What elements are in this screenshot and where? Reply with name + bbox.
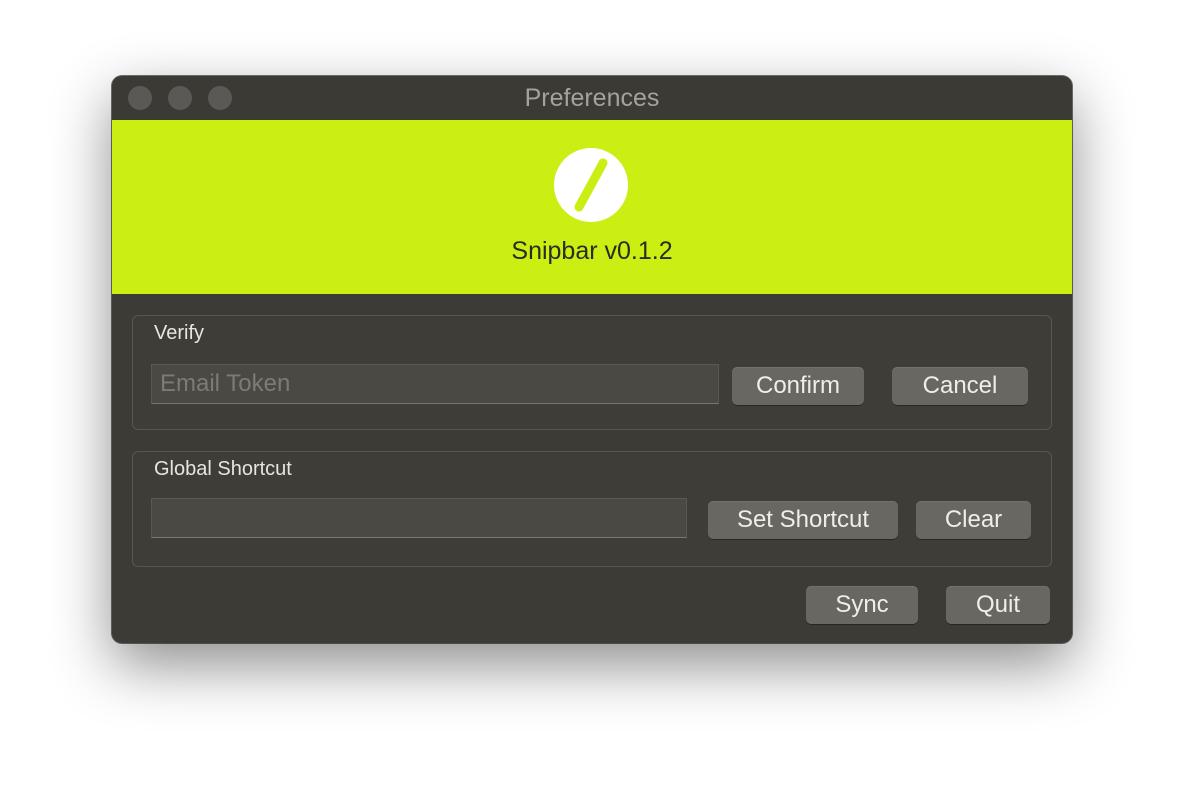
email-token-input[interactable] xyxy=(151,364,719,404)
preferences-window: Preferences Snipbar v0.1.2 Verify Confir… xyxy=(112,76,1072,643)
verify-group-label: Verify xyxy=(154,322,205,344)
cancel-button[interactable]: Cancel xyxy=(892,367,1028,405)
app-banner: Snipbar v0.1.2 xyxy=(112,120,1072,294)
verify-group: Verify Confirm Cancel xyxy=(132,315,1052,430)
window-title: Preferences xyxy=(524,84,660,112)
shortcut-field[interactable] xyxy=(151,498,687,538)
sync-button[interactable]: Sync xyxy=(806,586,918,624)
snipbar-logo-icon xyxy=(554,148,628,222)
title-bar: Preferences xyxy=(112,76,1072,120)
global-shortcut-group: Global Shortcut Set Shortcut Clear xyxy=(132,451,1052,567)
set-shortcut-button[interactable]: Set Shortcut xyxy=(708,501,898,539)
global-shortcut-group-label: Global Shortcut xyxy=(154,458,292,480)
clear-shortcut-button[interactable]: Clear xyxy=(916,501,1031,539)
quit-button[interactable]: Quit xyxy=(946,586,1050,624)
confirm-button[interactable]: Confirm xyxy=(732,367,864,405)
app-version-label: Snipbar v0.1.2 xyxy=(511,237,673,265)
